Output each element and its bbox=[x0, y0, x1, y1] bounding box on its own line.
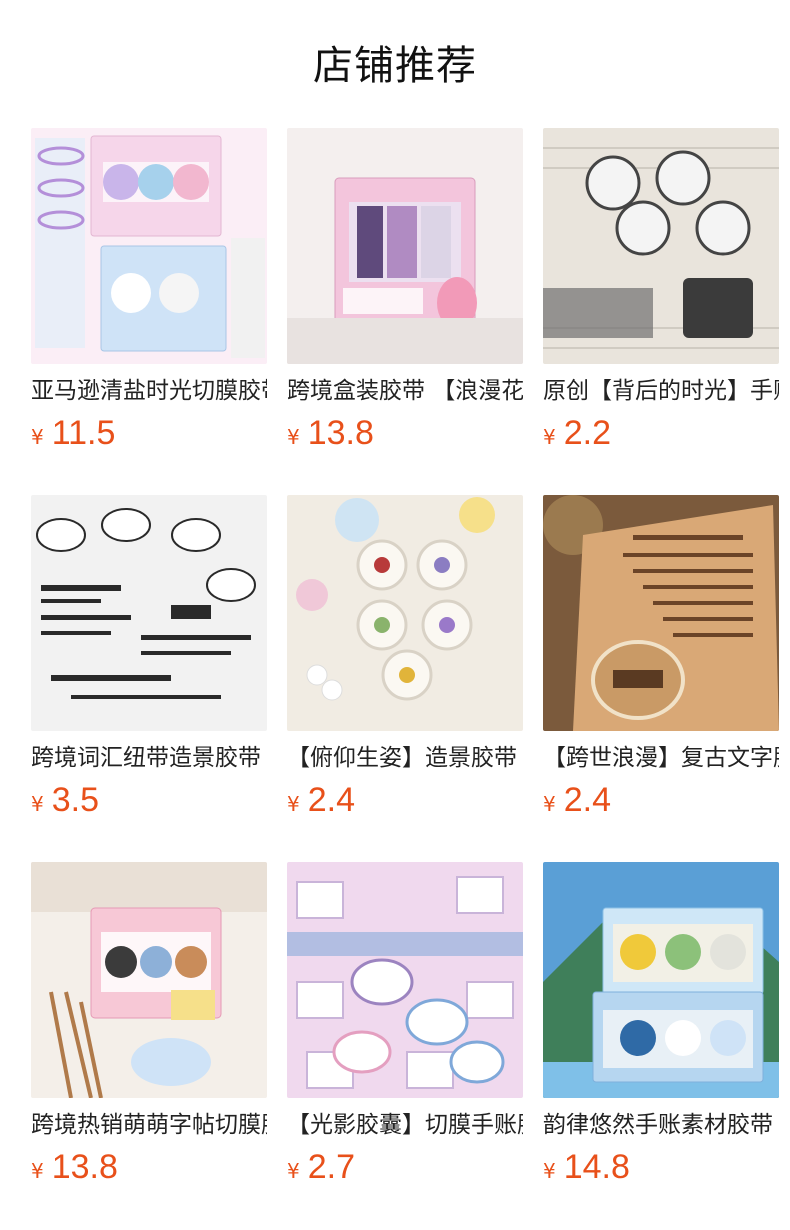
price-amount: 14.8 bbox=[563, 1148, 630, 1186]
currency-symbol: ¥ bbox=[543, 792, 556, 816]
currency-symbol: ¥ bbox=[287, 1159, 300, 1183]
product-name[interactable]: 原创【背后的时光】手账胶带 bbox=[543, 376, 779, 406]
product-card[interactable]: 【光影胶囊】切膜手账胶带 ¥ 2.7 bbox=[287, 862, 523, 1202]
product-image[interactable] bbox=[31, 495, 267, 731]
product-name[interactable]: 韵律悠然手账素材胶带 bbox=[543, 1110, 779, 1140]
price-amount: 2.2 bbox=[563, 414, 611, 452]
product-image[interactable] bbox=[287, 495, 523, 731]
product-name[interactable]: 【俯仰生姿】造景胶带 bbox=[287, 743, 523, 773]
currency-symbol: ¥ bbox=[31, 792, 44, 816]
price-amount: 13.8 bbox=[307, 414, 374, 452]
product-image[interactable] bbox=[31, 862, 267, 1098]
currency-symbol: ¥ bbox=[543, 425, 556, 449]
product-image[interactable] bbox=[31, 128, 267, 364]
currency-symbol: ¥ bbox=[287, 792, 300, 816]
product-price: ¥ 3.5 bbox=[31, 781, 99, 825]
currency-symbol: ¥ bbox=[543, 1159, 556, 1183]
product-image[interactable] bbox=[543, 495, 779, 731]
product-card[interactable]: 【俯仰生姿】造景胶带 ¥ 2.4 bbox=[287, 495, 523, 835]
product-card[interactable]: 跨境热销萌萌字帖切膜胶带 ¥ 13.8 bbox=[31, 862, 267, 1202]
currency-symbol: ¥ bbox=[31, 1159, 44, 1183]
currency-symbol: ¥ bbox=[287, 425, 300, 449]
product-name[interactable]: 跨境盒装胶带 【浪漫花语】 bbox=[287, 376, 523, 406]
product-price: ¥ 11.5 bbox=[31, 414, 115, 458]
currency-symbol: ¥ bbox=[31, 425, 44, 449]
product-name[interactable]: 跨境词汇纽带造景胶带 bbox=[31, 743, 267, 773]
price-amount: 3.5 bbox=[51, 781, 99, 819]
product-card[interactable]: 跨境盒装胶带 【浪漫花语】 ¥ 13.8 bbox=[287, 128, 523, 468]
product-image[interactable] bbox=[287, 862, 523, 1098]
product-card[interactable]: 原创【背后的时光】手账胶带 ¥ 2.2 bbox=[543, 128, 779, 468]
product-image[interactable] bbox=[287, 128, 523, 364]
price-amount: 2.4 bbox=[307, 781, 355, 819]
product-name[interactable]: 亚马逊清盐时光切膜胶带 bbox=[31, 376, 267, 406]
page-title: 店铺推荐 bbox=[313, 43, 477, 89]
product-price: ¥ 2.2 bbox=[543, 414, 611, 458]
product-name[interactable]: 【跨世浪漫】复古文字胶带 bbox=[543, 743, 779, 773]
price-amount: 13.8 bbox=[51, 1148, 118, 1186]
price-amount: 2.4 bbox=[563, 781, 611, 819]
product-price: ¥ 13.8 bbox=[287, 414, 374, 458]
product-name[interactable]: 【光影胶囊】切膜手账胶带 bbox=[287, 1110, 523, 1140]
product-price: ¥ 14.8 bbox=[543, 1148, 630, 1192]
price-amount: 11.5 bbox=[51, 414, 116, 452]
product-card[interactable]: 【跨世浪漫】复古文字胶带 ¥ 2.4 bbox=[543, 495, 779, 835]
product-card[interactable]: 韵律悠然手账素材胶带 ¥ 14.8 bbox=[543, 862, 779, 1202]
product-image[interactable] bbox=[543, 128, 779, 364]
product-price: ¥ 2.4 bbox=[543, 781, 611, 825]
product-name[interactable]: 跨境热销萌萌字帖切膜胶带 bbox=[31, 1110, 267, 1140]
product-price: ¥ 2.4 bbox=[287, 781, 355, 825]
product-card[interactable]: 跨境词汇纽带造景胶带 ¥ 3.5 bbox=[31, 495, 267, 835]
product-image[interactable] bbox=[543, 862, 779, 1098]
price-amount: 2.7 bbox=[307, 1148, 355, 1186]
product-price: ¥ 2.7 bbox=[287, 1148, 355, 1192]
product-card[interactable]: 亚马逊清盐时光切膜胶带 ¥ 11.5 bbox=[31, 128, 267, 468]
product-price: ¥ 13.8 bbox=[31, 1148, 118, 1192]
